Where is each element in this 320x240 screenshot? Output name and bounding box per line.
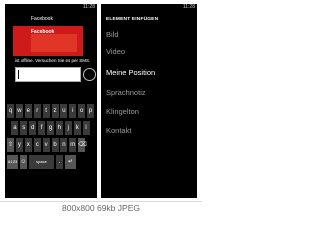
key-j[interactable]: j bbox=[64, 121, 72, 135]
menu-item-klingelton[interactable]: Klingelton bbox=[106, 107, 139, 116]
insert-element-screen: 11:28 ELEMENT EINFÜGEN Bild Video Meine … bbox=[101, 4, 197, 198]
message-input[interactable] bbox=[15, 67, 81, 82]
key-t[interactable]: t bbox=[42, 104, 50, 118]
key-enter[interactable]: ↵ bbox=[65, 155, 76, 169]
menu-item-video[interactable]: Video bbox=[106, 47, 125, 56]
key-s[interactable]: s bbox=[20, 121, 28, 135]
key-backspace[interactable]: ⌫ bbox=[78, 138, 87, 152]
key-space[interactable]: space bbox=[29, 155, 54, 169]
key-w[interactable]: w bbox=[15, 104, 23, 118]
screenshot-frame: 11:28 Facebook Facebook ist offline. Ver… bbox=[0, 0, 202, 201]
message-bubble[interactable]: Facebook bbox=[13, 26, 83, 56]
key-z[interactable]: z bbox=[51, 104, 59, 118]
key-m[interactable]: m bbox=[69, 138, 77, 152]
key-l[interactable]: l bbox=[82, 121, 90, 135]
key-o[interactable]: o bbox=[78, 104, 86, 118]
menu-item-sprachnotiz[interactable]: Sprachnotiz bbox=[106, 88, 146, 97]
on-screen-keyboard: qwertzuiop asdfghjkl ⇧ y x c v b n m ⌫ &123 ☺ spac… bbox=[7, 104, 96, 196]
key-r[interactable]: r bbox=[33, 104, 41, 118]
key-n[interactable]: n bbox=[60, 138, 68, 152]
key-a[interactable]: a bbox=[11, 121, 19, 135]
key-b[interactable]: b bbox=[51, 138, 59, 152]
status-time: 11:28 bbox=[182, 4, 195, 10]
conversation-title: Facebook bbox=[31, 16, 53, 22]
key-g[interactable]: g bbox=[47, 121, 54, 135]
key-numbers[interactable]: &123 bbox=[7, 155, 18, 169]
key-y[interactable]: y bbox=[15, 138, 23, 152]
key-u[interactable]: u bbox=[60, 104, 68, 118]
key-v[interactable]: v bbox=[42, 138, 50, 152]
key-f[interactable]: f bbox=[38, 121, 46, 135]
menu-title: ELEMENT EINFÜGEN bbox=[106, 17, 159, 22]
key-k[interactable]: k bbox=[73, 121, 81, 135]
key-shift[interactable]: ⇧ bbox=[7, 138, 14, 152]
key-c[interactable]: c bbox=[33, 138, 41, 152]
key-h[interactable]: h bbox=[55, 121, 63, 135]
send-button[interactable] bbox=[83, 68, 96, 81]
offline-note: ist offline. Versuchen Sie es per SMS. bbox=[15, 58, 91, 63]
menu-item-kontakt[interactable]: Kontakt bbox=[106, 126, 131, 135]
text-cursor bbox=[18, 70, 19, 79]
status-time: 11:28 bbox=[82, 4, 95, 10]
key-i[interactable]: i bbox=[69, 104, 77, 118]
key-d[interactable]: d bbox=[29, 121, 37, 135]
menu-item-bild[interactable]: Bild bbox=[106, 30, 119, 39]
key-e[interactable]: e bbox=[24, 104, 32, 118]
redacted-content bbox=[31, 34, 77, 52]
key-p[interactable]: p bbox=[87, 104, 95, 118]
menu-item-meine-position[interactable]: Meine Position bbox=[106, 68, 155, 77]
image-info: 800x800 69kb JPEG bbox=[62, 203, 140, 213]
key-emoji[interactable]: ☺ bbox=[20, 155, 27, 169]
key-x[interactable]: x bbox=[24, 138, 32, 152]
key-period[interactable]: . bbox=[56, 155, 63, 169]
status-bar: 11:28 bbox=[5, 4, 97, 13]
image-info-footer: 800x800 69kb JPEG bbox=[0, 201, 202, 216]
key-q[interactable]: q bbox=[7, 104, 14, 118]
messaging-screen: 11:28 Facebook Facebook ist offline. Ver… bbox=[5, 4, 97, 198]
